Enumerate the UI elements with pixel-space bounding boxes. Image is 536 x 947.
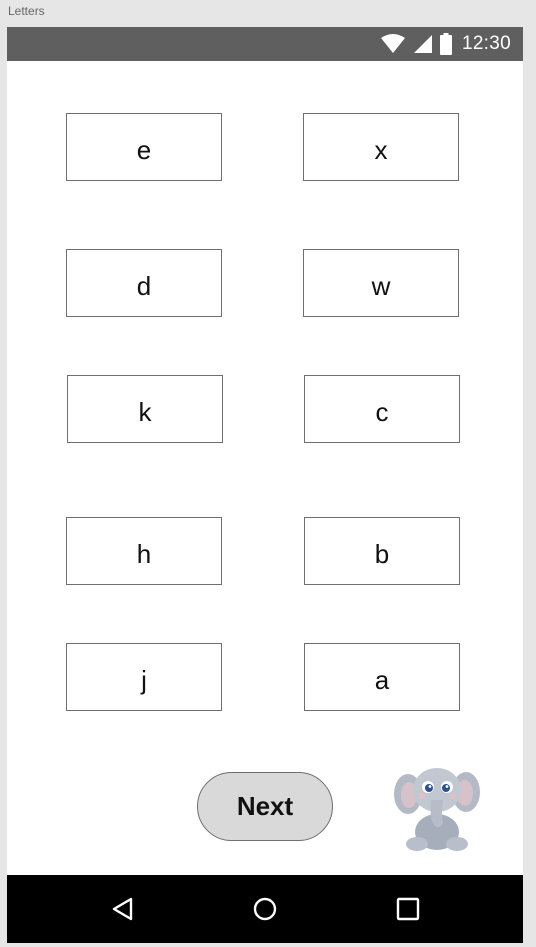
elephant-icon[interactable]	[391, 760, 483, 852]
status-bar: 12:30	[7, 27, 523, 61]
letter-tile[interactable]: b	[304, 517, 460, 585]
status-time: 12:30	[461, 33, 511, 54]
letter-tile[interactable]: e	[66, 113, 222, 181]
navigation-bar	[7, 875, 523, 943]
wifi-icon	[380, 34, 406, 54]
recents-icon[interactable]	[391, 892, 425, 926]
letter-tile[interactable]: j	[66, 643, 222, 711]
home-icon[interactable]	[248, 892, 282, 926]
letter-tile[interactable]: h	[66, 517, 222, 585]
letter-tile[interactable]: w	[303, 249, 459, 317]
signal-icon	[413, 34, 433, 54]
battery-icon	[439, 33, 452, 55]
letter-tile[interactable]: d	[66, 249, 222, 317]
phone-screen: 12:30 e x d w k c h b j a Next	[7, 27, 523, 943]
window-title: Letters	[8, 4, 45, 18]
letter-tile[interactable]: k	[67, 375, 223, 443]
status-icons: 12:30	[380, 27, 511, 61]
back-icon[interactable]	[105, 892, 139, 926]
next-button[interactable]: Next	[197, 772, 333, 841]
letter-tile[interactable]: a	[304, 643, 460, 711]
letter-tile[interactable]: c	[304, 375, 460, 443]
letter-tile[interactable]: x	[303, 113, 459, 181]
